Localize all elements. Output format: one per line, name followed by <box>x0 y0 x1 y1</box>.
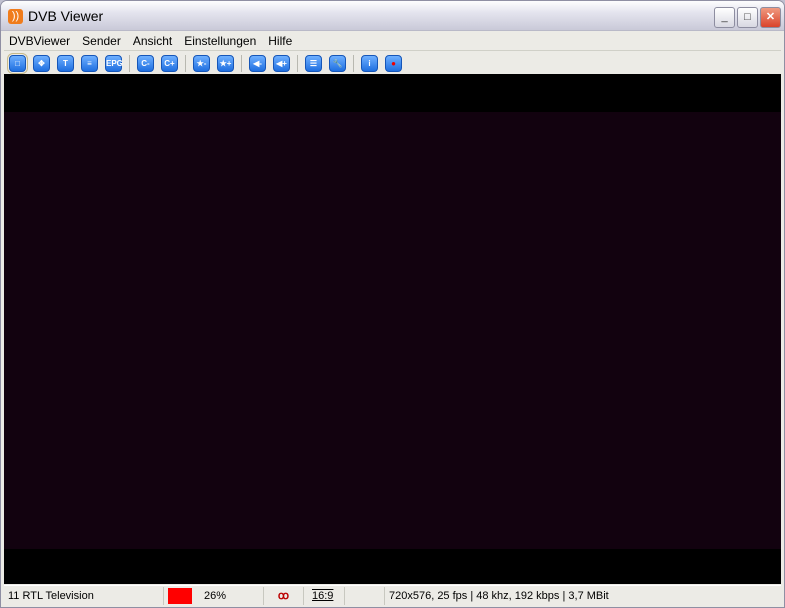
toolbar-separator <box>185 55 186 72</box>
channel-list-icon[interactable]: ☰ <box>305 55 322 72</box>
dvb-viewer-window: )) DVB Viewer _ □ ✕ DVBViewer Sender Ans… <box>0 0 785 608</box>
toolbar-separator <box>353 55 354 72</box>
dolby-icon: ꝏ <box>264 586 304 605</box>
signal-strength: 26% <box>204 589 227 602</box>
move-icon[interactable]: ✥ <box>33 55 50 72</box>
record-icon[interactable]: ● <box>385 55 402 72</box>
menu-ansicht[interactable]: Ansicht <box>128 34 179 48</box>
toolbar-separator <box>129 55 130 72</box>
volume-down-icon[interactable]: ◀- <box>249 55 266 72</box>
settings-wrench-icon[interactable]: 🔧 <box>329 55 346 72</box>
volume-up-icon[interactable]: ◀+ <box>273 55 290 72</box>
epg-icon[interactable]: EPG <box>105 55 123 72</box>
menu-sender[interactable]: Sender <box>77 34 128 48</box>
close-button[interactable]: ✕ <box>760 7 781 28</box>
status-bar: 11 RTL Television 26% ꝏ 16:9 720x576, 25… <box>4 585 781 605</box>
teletext-icon[interactable]: T <box>57 55 74 72</box>
video-area[interactable] <box>4 74 781 584</box>
title-bar: )) DVB Viewer _ □ ✕ <box>1 1 784 31</box>
aspect-ratio[interactable]: 16:9 <box>304 586 345 605</box>
osd-list-icon[interactable]: ≡ <box>81 55 98 72</box>
channel-down-icon[interactable]: C- <box>137 55 154 72</box>
minimize-button[interactable]: _ <box>714 7 735 28</box>
toolbar-separator <box>297 55 298 72</box>
signal-indicator <box>168 587 192 604</box>
maximize-button[interactable]: □ <box>737 7 758 28</box>
toolbar: □ ✥ T ≡ EPG C- C+ ★- ★+ ◀- ◀+ ☰ 🔧 i ● <box>4 52 781 74</box>
fullscreen-icon[interactable]: □ <box>7 53 28 74</box>
channel-name: 11 RTL Television <box>4 586 164 605</box>
channel-up-icon[interactable]: C+ <box>161 55 178 72</box>
status-spacer <box>345 586 385 605</box>
menu-hilfe[interactable]: Hilfe <box>263 34 299 48</box>
signal-cell: 26% <box>164 586 264 605</box>
toolbar-separator <box>241 55 242 72</box>
window-title: DVB Viewer <box>28 8 104 24</box>
info-icon[interactable]: i <box>361 55 378 72</box>
favorite-down-icon[interactable]: ★- <box>193 55 210 72</box>
favorite-up-icon[interactable]: ★+ <box>217 55 234 72</box>
menu-dvbviewer[interactable]: DVBViewer <box>4 34 77 48</box>
rss-orange-icon: )) <box>8 9 23 24</box>
video-picture <box>4 112 781 549</box>
menu-bar: DVBViewer Sender Ansicht Einstellungen H… <box>4 31 781 51</box>
stream-info: 720x576, 25 fps | 48 khz, 192 kbps | 3,7… <box>389 589 609 602</box>
menu-einstellungen[interactable]: Einstellungen <box>179 34 263 48</box>
